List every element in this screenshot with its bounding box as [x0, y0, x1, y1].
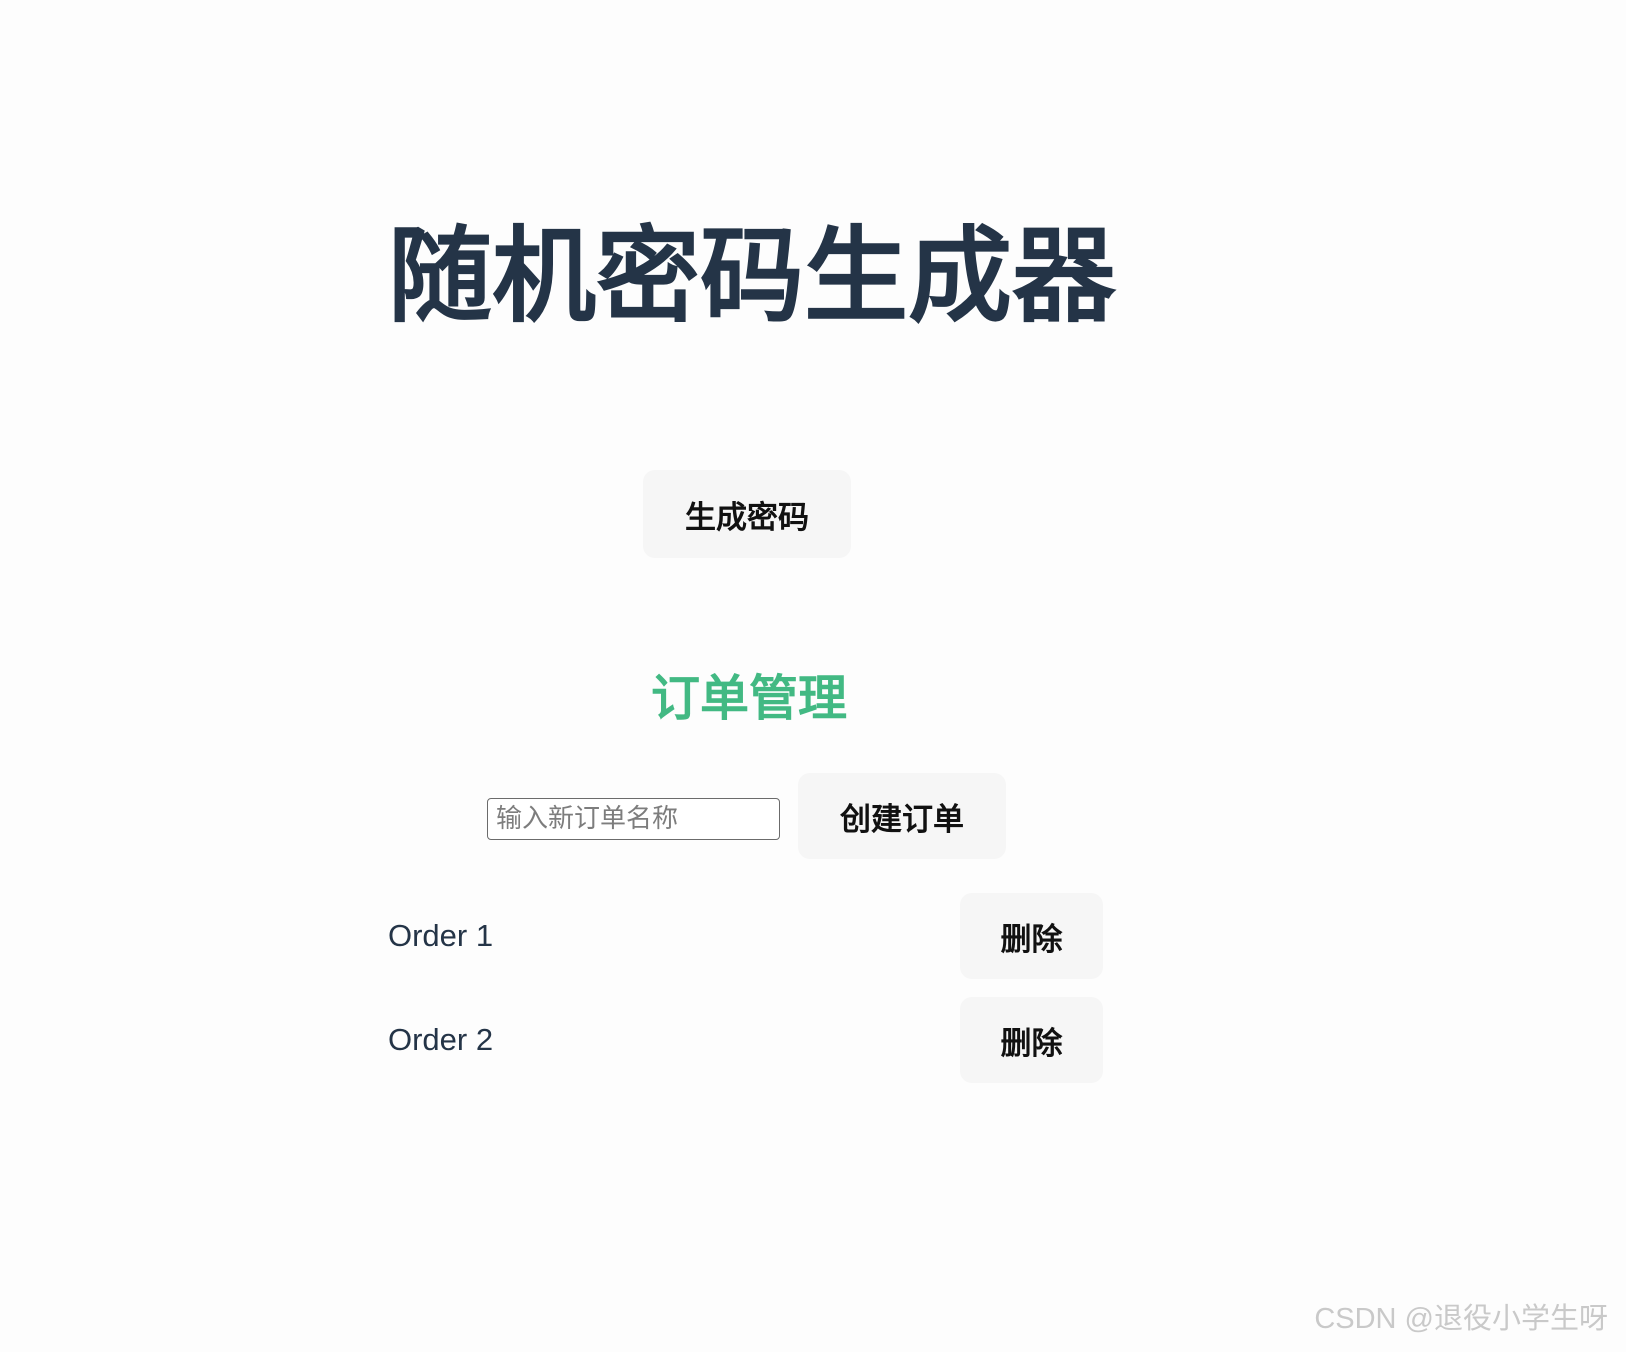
order-list-item: Order 2 删除 [388, 997, 1104, 1083]
order-management-title: 订单管理 [651, 670, 848, 727]
generate-password-button[interactable]: 生成密码 [643, 470, 851, 558]
order-list-item: Order 1 删除 [388, 893, 1104, 979]
delete-order-button[interactable]: 删除 [960, 893, 1103, 979]
source-watermark: CSDN @退役小学生呀 [1314, 1303, 1608, 1335]
page-title: 随机密码生成器 [388, 215, 1117, 337]
new-order-name-input[interactable] [487, 798, 780, 840]
order-name: Order 1 [388, 918, 494, 953]
app-page: 随机密码生成器 生成密码 订单管理 创建订单 Order 1 删除 Order … [0, 0, 1626, 1352]
create-order-button[interactable]: 创建订单 [798, 773, 1006, 859]
delete-order-button[interactable]: 删除 [960, 997, 1103, 1083]
order-name: Order 2 [388, 1022, 494, 1057]
